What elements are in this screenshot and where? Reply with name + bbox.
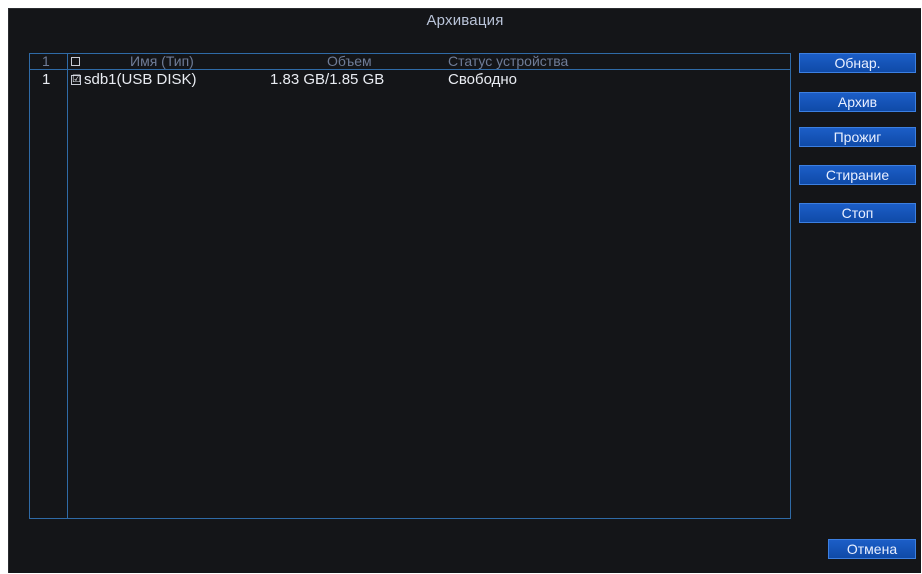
dialog-title: Архивация <box>426 12 504 29</box>
header-size: Объем <box>327 53 372 69</box>
backup-dialog: Архивация 1 Имя (Тип) Объем Статус устро… <box>8 8 921 573</box>
row-checkbox[interactable]: ☑ <box>71 75 81 85</box>
header-status: Статус устройства <box>448 53 569 69</box>
select-all-checkbox[interactable] <box>71 57 80 66</box>
header-index: 1 <box>42 53 50 69</box>
device-table: 1 Имя (Тип) Объем Статус устройства 1 ☑ … <box>29 53 791 519</box>
detect-button[interactable]: Обнар. <box>799 53 916 73</box>
cancel-button[interactable]: Отмена <box>828 539 916 559</box>
stop-button[interactable]: Стоп <box>799 203 916 223</box>
row-index: 1 <box>42 71 51 88</box>
row-name: sdb1(USB DISK) <box>84 71 197 88</box>
row-size: 1.83 GB/1.85 GB <box>270 71 385 88</box>
header-name: Имя (Тип) <box>130 53 194 69</box>
column-separator <box>67 54 68 518</box>
erase-button[interactable]: Стирание <box>799 165 916 185</box>
burn-button[interactable]: Прожиг <box>799 127 916 147</box>
table-row[interactable]: 1 ☑ sdb1(USB DISK) 1.83 GB/1.85 GB Свобо… <box>30 71 790 89</box>
backup-button[interactable]: Архив <box>799 92 916 112</box>
table-header: 1 Имя (Тип) Объем Статус устройства <box>30 53 790 70</box>
row-status: Свободно <box>448 71 517 88</box>
